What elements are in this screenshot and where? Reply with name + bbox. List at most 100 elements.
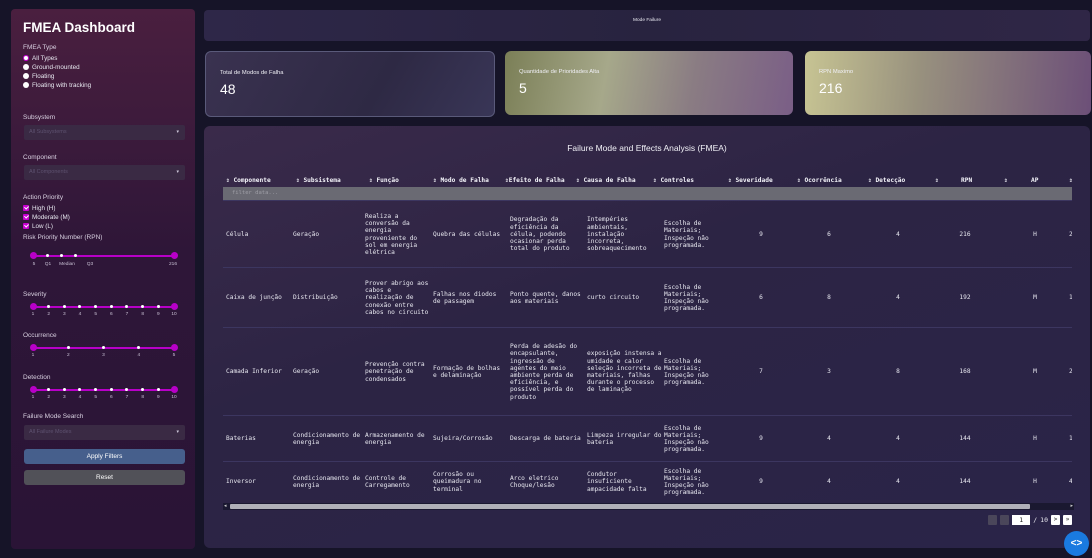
cell-ocorrencia: 8	[827, 294, 831, 302]
header-causa-de-falha[interactable]: ⇕ Causa de Falha	[576, 177, 636, 184]
header-sort-icon[interactable]: ⇕	[1004, 177, 1008, 184]
severity-tick-label: 7	[125, 312, 129, 317]
table-row[interactable]: Célula Geração Realiza a conversão da ener…	[223, 200, 1072, 268]
slider-tick	[94, 387, 98, 391]
detection-tick-label: 4	[78, 395, 82, 400]
table-title: Failure Mode and Effects Analysis (FMEA)	[567, 143, 727, 153]
slider-tick	[47, 304, 51, 308]
radio-floating-tracking[interactable]: Floating with tracking	[23, 81, 91, 89]
slider-handle-max[interactable]	[170, 344, 178, 351]
checkbox-moderate[interactable]: Moderate (M)	[23, 213, 70, 221]
scroll-right-icon[interactable]: ▸	[1070, 503, 1073, 509]
rpn-slider[interactable]	[29, 252, 178, 259]
checkbox-low[interactable]: Low (L)	[23, 222, 53, 230]
cell-componente: Célula	[226, 230, 249, 238]
failure-search-select[interactable]: All Failure Modes ▾	[24, 425, 185, 440]
slider-handle-max[interactable]	[170, 386, 178, 393]
code-toggle-button[interactable]: <>	[1064, 531, 1089, 556]
header-sort-icon[interactable]: ⇕	[1069, 177, 1072, 184]
next-page-button[interactable]: >	[1051, 515, 1060, 525]
table-header: ⇕ Componente ⇕ Subsistema ⇕ Função ⇕ Mod…	[223, 174, 1072, 187]
radio-ground-mounted[interactable]: Ground-mounted	[23, 63, 80, 71]
slider-handle-max[interactable]	[170, 252, 178, 259]
detection-slider[interactable]	[29, 386, 178, 393]
slider-tick	[59, 253, 63, 257]
header-efeito-de-falha[interactable]: ⇕Efeito de Falha	[505, 177, 565, 184]
occurrence-tick-label: 5	[172, 353, 176, 358]
header-modo-de-falha[interactable]: ⇕ Modo de Falha	[433, 177, 489, 184]
cell-ap: H	[1033, 478, 1037, 486]
header-rpn[interactable]: RPN	[961, 177, 972, 184]
subsystem-placeholder: All Subsystems	[29, 129, 67, 135]
detection-label: Detection	[23, 374, 51, 381]
cell-rpn: 192	[959, 294, 971, 302]
page-input[interactable]: 1	[1012, 515, 1031, 525]
header-deteccao[interactable]: ⇕ Detecção	[868, 177, 905, 184]
slider-handle-min[interactable]	[29, 386, 37, 393]
severity-tick-label: 6	[109, 312, 113, 317]
severity-slider[interactable]	[29, 303, 178, 310]
slider-tick	[78, 387, 82, 391]
table-filter-input[interactable]: filter data...	[223, 187, 1072, 200]
cell-subsistema: Condicionamento de energia	[293, 431, 361, 446]
chevron-down-icon: ▾	[176, 169, 179, 175]
slider-handle-max[interactable]	[170, 303, 178, 310]
scroll-left-icon[interactable]: ◂	[224, 503, 227, 509]
severity-tick-label: 9	[156, 312, 160, 317]
chevron-down-icon: ▾	[176, 129, 179, 135]
last-page-button[interactable]: »	[1063, 515, 1072, 525]
horizontal-scrollbar[interactable]: ◂ ▸	[223, 503, 1074, 510]
cell-ap: M	[1033, 294, 1037, 302]
prev-page-button[interactable]	[1000, 515, 1010, 525]
subsystem-select[interactable]: All Subsystems ▾	[24, 125, 185, 140]
detection-tick-label: 2	[47, 395, 51, 400]
header-sort-icon[interactable]: ⇕	[935, 177, 939, 184]
radio-all-types[interactable]: All Types	[23, 54, 57, 62]
cell-ocorrencia: 4	[827, 435, 831, 443]
table-row[interactable]: Baterias Condicionamento de energia Armaze…	[223, 415, 1072, 462]
header-funcao[interactable]: ⇕ Função	[369, 177, 399, 184]
page-separator: /	[1033, 516, 1038, 524]
occurrence-slider[interactable]	[29, 344, 178, 351]
slider-tick	[66, 345, 70, 349]
slider-handle-min[interactable]	[29, 344, 37, 351]
slider-tick	[73, 253, 77, 257]
cell-ap: M	[1033, 368, 1037, 376]
slider-tick	[102, 345, 105, 349]
component-select[interactable]: All Components ▾	[24, 165, 185, 180]
cell-subsistema: Geração	[293, 368, 320, 376]
cell-severidade: 9	[759, 230, 763, 238]
checkbox-high[interactable]: High (H)	[23, 204, 55, 212]
kpi-label: Total de Modos de Falha	[220, 70, 284, 76]
radio-floating[interactable]: Floating	[23, 72, 54, 80]
cell-extra: 2	[1069, 368, 1072, 376]
rpn-tick-label: Q1	[44, 262, 52, 267]
header-controles[interactable]: ⇕ Controles	[653, 177, 694, 184]
detection-tick-label: 9	[156, 395, 160, 400]
header-severidade[interactable]: ⇕ Severidade	[728, 177, 773, 184]
slider-tick	[47, 387, 51, 391]
severity-tick-label: 3	[62, 312, 66, 317]
header-ocorrencia[interactable]: ⇕ Ocorrência	[797, 177, 842, 184]
slider-handle-min[interactable]	[29, 252, 37, 259]
cell-severidade: 9	[759, 435, 763, 443]
radio-label: Floating with tracking	[32, 81, 92, 89]
cell-subsistema: Geração	[293, 230, 320, 238]
cell-efeito-de-falha: Descarga de bateria	[510, 435, 581, 443]
table-row[interactable]: Caixa de junção Distribuição Prover abrigo…	[223, 267, 1072, 328]
table-row[interactable]: Inversor Condicionamento de energia Contro…	[223, 461, 1072, 502]
table-row[interactable]: Camada Inferior Geração Prevenção contra p…	[223, 327, 1072, 416]
slider-tick	[45, 253, 49, 257]
radio-icon	[23, 73, 29, 79]
reset-button[interactable]: Reset	[24, 470, 185, 485]
header-subsistema[interactable]: ⇕ Subsistema	[296, 177, 341, 184]
slider-handle-min[interactable]	[29, 303, 37, 310]
first-page-button[interactable]	[988, 515, 998, 525]
header-componente[interactable]: ⇕ Componente	[226, 177, 271, 184]
scrollbar-thumb[interactable]	[230, 504, 1030, 509]
header-ap[interactable]: AP	[1031, 177, 1038, 184]
apply-filters-button[interactable]: Apply Filters	[24, 449, 185, 464]
cell-modo-de-falha: Quebra das células	[433, 230, 501, 238]
cell-funcao: Armazenamento de energia	[365, 431, 425, 446]
slider-tick	[94, 304, 98, 308]
